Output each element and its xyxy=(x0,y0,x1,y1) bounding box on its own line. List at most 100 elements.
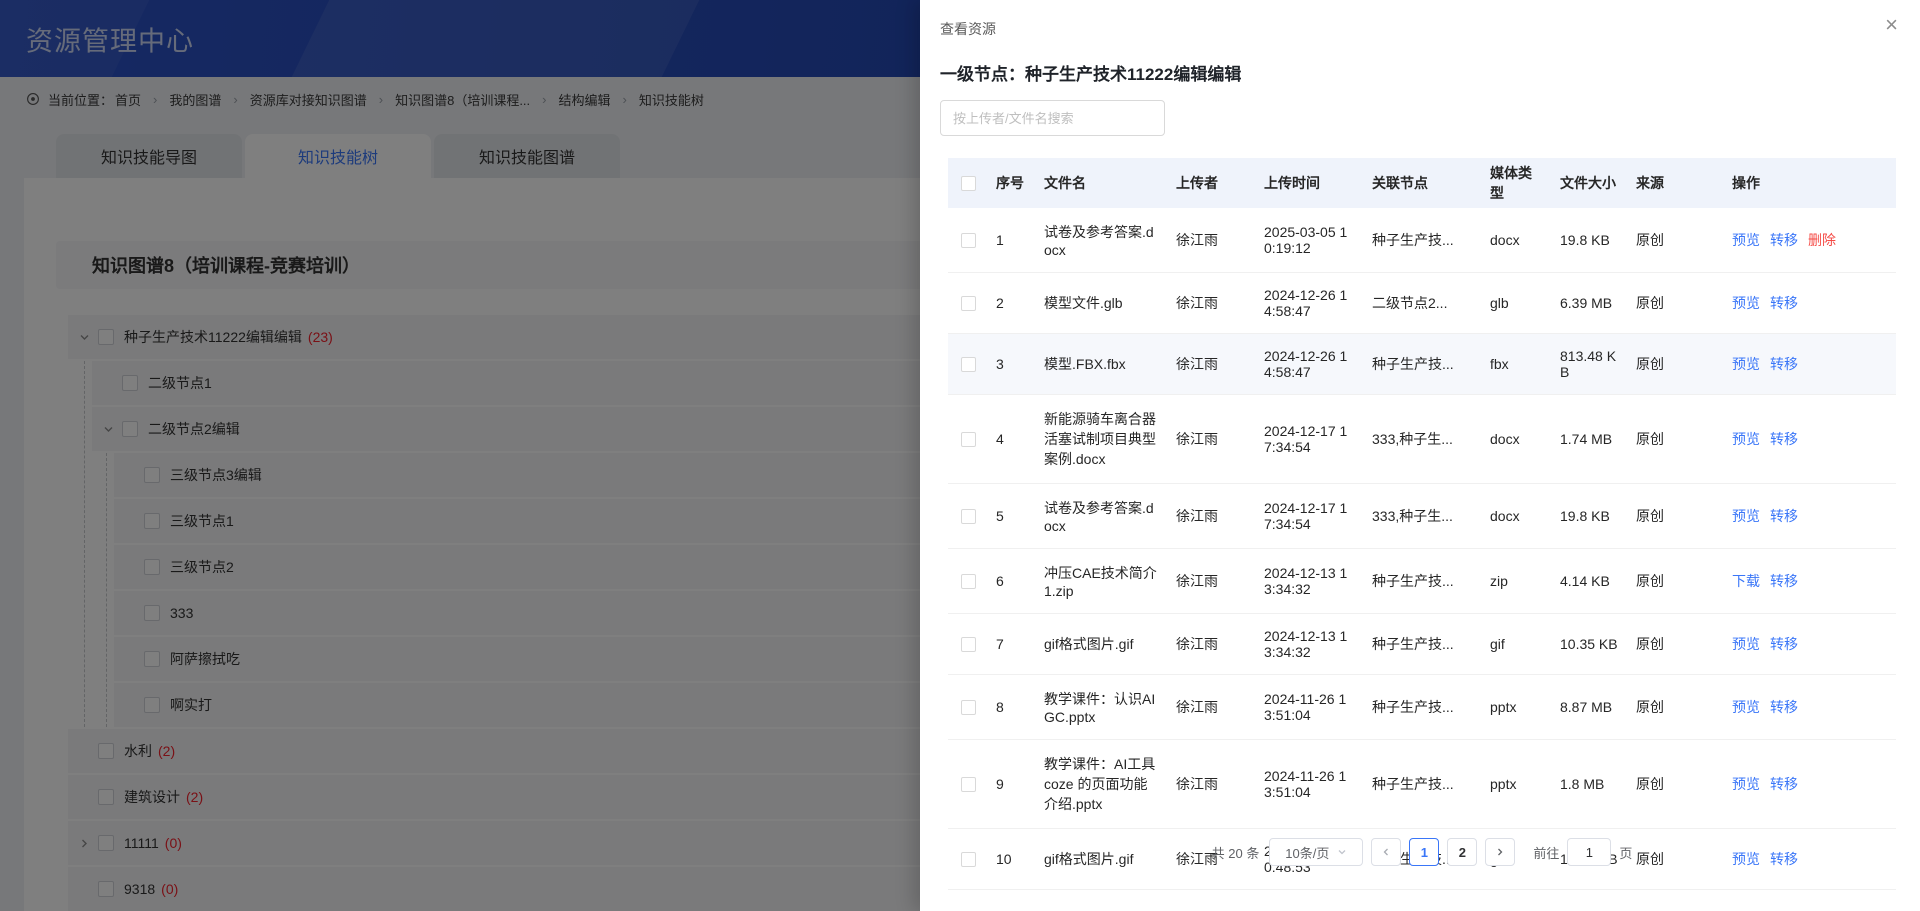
action-link-转移[interactable]: 转移 xyxy=(1770,232,1798,248)
cell-index: 6 xyxy=(988,568,1036,594)
row-checkbox[interactable] xyxy=(961,637,976,652)
goto-page-input[interactable] xyxy=(1567,838,1611,866)
cell-uploader: 徐江雨 xyxy=(1168,424,1256,454)
action-link-预览[interactable]: 预览 xyxy=(1732,699,1760,715)
cell-actions: 预览转移 xyxy=(1724,501,1896,531)
cell-linked-node: 种子生产技... xyxy=(1364,566,1482,596)
row-checkbox[interactable] xyxy=(961,432,976,447)
cell-upload-time: 2024-12-26 14:58:47 xyxy=(1256,282,1364,324)
table-row: 2模型文件.glb徐江雨2024-12-26 14:58:47二级节点2...g… xyxy=(948,273,1896,334)
column-header: 来源 xyxy=(1628,168,1724,198)
cell-media-type: fbx xyxy=(1482,351,1552,377)
page-size-select[interactable]: 10条/页 xyxy=(1269,838,1363,866)
action-link-转移[interactable]: 转移 xyxy=(1770,431,1798,447)
cell-actions: 预览转移 xyxy=(1724,349,1896,379)
column-header: 序号 xyxy=(988,168,1036,198)
header-checkbox-cell xyxy=(948,171,988,196)
cell-media-type: docx xyxy=(1482,227,1552,253)
cell-file-size: 6.39 MB xyxy=(1552,290,1628,316)
cell-source: 原创 xyxy=(1628,225,1724,255)
row-checkbox[interactable] xyxy=(961,296,976,311)
page-button-1[interactable]: 1 xyxy=(1409,838,1439,866)
cell-source: 原创 xyxy=(1628,349,1724,379)
action-link-预览[interactable]: 预览 xyxy=(1732,232,1760,248)
table-row: 4新能源骑车离合器活塞试制项目典型案例.docx徐江雨2024-12-17 17… xyxy=(948,395,1896,484)
cell-filename: 模型.FBX.fbx xyxy=(1036,349,1168,379)
total-count: 共 20 条 xyxy=(1212,843,1260,862)
action-link-转移[interactable]: 转移 xyxy=(1770,699,1798,715)
cell-uploader: 徐江雨 xyxy=(1168,288,1256,318)
select-all-checkbox[interactable] xyxy=(961,176,976,191)
row-checkbox[interactable] xyxy=(961,700,976,715)
row-checkbox[interactable] xyxy=(961,509,976,524)
cell-file-size: 19.8 KB xyxy=(1552,503,1628,529)
cell-uploader: 徐江雨 xyxy=(1168,501,1256,531)
cell-actions: 预览转移 xyxy=(1724,629,1896,659)
cell-index: 7 xyxy=(988,631,1036,657)
drawer-title: 查看资源 xyxy=(940,19,996,39)
cell-source: 原创 xyxy=(1628,692,1724,722)
resource-table: 序号文件名上传者上传时间关联节点媒体类型文件大小来源操作 1 试卷及参考答案.do… xyxy=(948,158,1896,890)
action-link-预览[interactable]: 预览 xyxy=(1732,431,1760,447)
row-checkbox-cell xyxy=(948,772,988,797)
cell-uploader: 徐江雨 xyxy=(1168,566,1256,596)
row-checkbox[interactable] xyxy=(961,357,976,372)
action-link-下载[interactable]: 下载 xyxy=(1732,573,1760,589)
action-link-转移[interactable]: 转移 xyxy=(1770,295,1798,311)
cell-upload-time: 2025-03-05 10:19:12 xyxy=(1256,219,1364,261)
cell-filename: 试卷及参考答案.docx xyxy=(1036,217,1168,263)
action-link-转移[interactable]: 转移 xyxy=(1770,776,1798,792)
table-row: 5试卷及参考答案.docx徐江雨2024-12-17 17:34:54333,种… xyxy=(948,484,1896,549)
cell-source: 原创 xyxy=(1628,501,1724,531)
action-link-转移[interactable]: 转移 xyxy=(1770,573,1798,589)
row-checkbox[interactable] xyxy=(961,233,976,248)
cell-filename: 新能源骑车离合器活塞试制项目典型案例.docx xyxy=(1036,404,1168,474)
cell-uploader: 徐江雨 xyxy=(1168,692,1256,722)
action-link-转移[interactable]: 转移 xyxy=(1770,508,1798,524)
cell-file-size: 1.74 MB xyxy=(1552,426,1628,452)
cell-media-type: glb xyxy=(1482,290,1552,316)
drawer-toolbar xyxy=(940,100,1165,136)
column-header: 媒体类型 xyxy=(1482,158,1552,208)
action-link-转移[interactable]: 转移 xyxy=(1770,356,1798,372)
cell-actions: 预览转移 xyxy=(1724,288,1896,318)
cell-media-type: pptx xyxy=(1482,771,1552,797)
view-resource-drawer: 查看资源 × 一级节点：种子生产技术11222编辑编辑 序号文件名上传者上传时间… xyxy=(920,0,1920,911)
action-link-预览[interactable]: 预览 xyxy=(1732,508,1760,524)
action-link-删除[interactable]: 删除 xyxy=(1808,232,1836,248)
cell-filename: 教学课件：AI工具coze 的页面功能介绍.pptx xyxy=(1036,749,1168,819)
action-link-预览[interactable]: 预览 xyxy=(1732,356,1760,372)
cell-upload-time: 2024-12-13 13:34:32 xyxy=(1256,560,1364,602)
cell-filename: 试卷及参考答案.docx xyxy=(1036,493,1168,539)
cell-index: 4 xyxy=(988,426,1036,452)
action-link-预览[interactable]: 预览 xyxy=(1732,636,1760,652)
cell-file-size: 19.8 KB xyxy=(1552,227,1628,253)
column-header: 操作 xyxy=(1724,168,1896,198)
chevron-left-icon xyxy=(1381,847,1391,857)
cell-linked-node: 333,种子生... xyxy=(1364,424,1482,454)
cell-linked-node: 种子生产技... xyxy=(1364,629,1482,659)
row-checkbox-cell xyxy=(948,504,988,529)
column-header: 上传者 xyxy=(1168,168,1256,198)
close-icon[interactable]: × xyxy=(1885,14,1898,36)
table-header-row: 序号文件名上传者上传时间关联节点媒体类型文件大小来源操作 xyxy=(948,158,1896,208)
action-link-预览[interactable]: 预览 xyxy=(1732,295,1760,311)
pagination: 共 20 条 10条/页 12 前往 页 xyxy=(948,838,1896,866)
cell-filename: 教学课件：认识AIGC.pptx xyxy=(1036,684,1168,730)
cell-linked-node: 二级节点2... xyxy=(1364,288,1482,318)
next-page-button[interactable] xyxy=(1485,838,1515,866)
table-row: 8教学课件：认识AIGC.pptx徐江雨2024-11-26 13:51:04种… xyxy=(948,675,1896,740)
action-link-转移[interactable]: 转移 xyxy=(1770,636,1798,652)
prev-page-button[interactable] xyxy=(1371,838,1401,866)
cell-filename: 冲压CAE技术简介1.zip xyxy=(1036,558,1168,604)
action-link-预览[interactable]: 预览 xyxy=(1732,776,1760,792)
search-input[interactable] xyxy=(940,100,1165,136)
cell-filename: 模型文件.glb xyxy=(1036,288,1168,318)
page-button-2[interactable]: 2 xyxy=(1447,838,1477,866)
cell-upload-time: 2024-11-26 13:51:04 xyxy=(1256,686,1364,728)
cell-file-size: 8.87 MB xyxy=(1552,694,1628,720)
cell-actions: 预览转移 xyxy=(1724,692,1896,722)
row-checkbox[interactable] xyxy=(961,574,976,589)
row-checkbox[interactable] xyxy=(961,777,976,792)
cell-source: 原创 xyxy=(1628,769,1724,799)
